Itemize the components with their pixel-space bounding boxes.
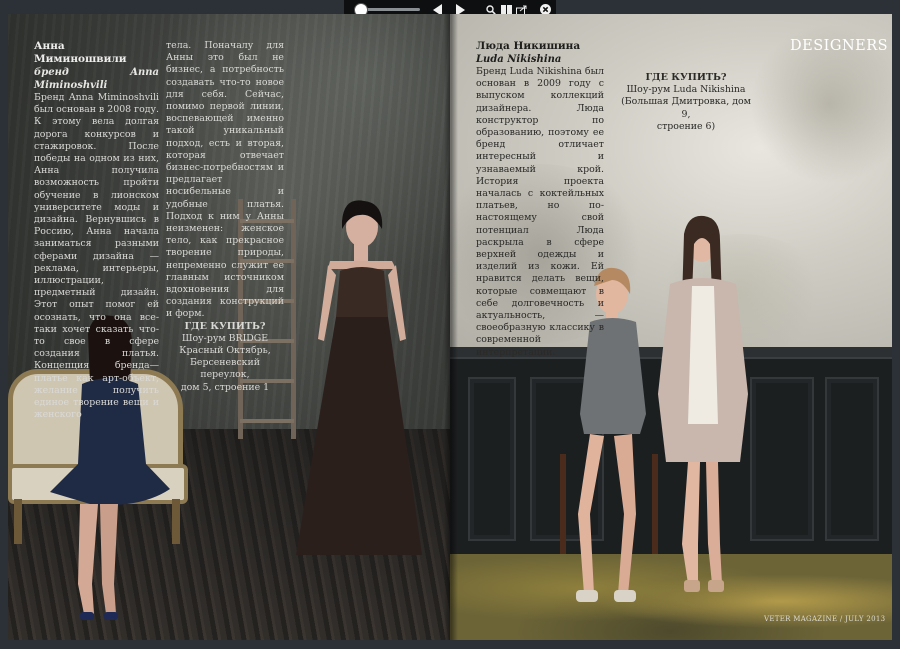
brand-name: бренд Anna Miminoshvili xyxy=(34,67,159,91)
where-to-buy-line: Красный Октябрь, xyxy=(179,345,271,357)
article-text: тела. Поначалу для Анны это был не бизне… xyxy=(166,40,284,320)
designer-name: Люда Никишина xyxy=(476,40,581,52)
right-page: Люда Никишина Luda Nikishina Бренд Luda … xyxy=(450,14,892,640)
article-text: Бренд Luda Nikishina был основан в 2009 … xyxy=(476,66,604,358)
where-to-buy-title: ГДЕ КУПИТЬ? xyxy=(184,320,266,332)
where-to-buy-line: строение 6) xyxy=(656,120,716,132)
where-to-buy-line: Берсеневский переулок, xyxy=(190,357,260,381)
article-text: Бренд Anna Miminoshvili был основан в 20… xyxy=(34,92,159,421)
where-to-buy-line: (Большая Дмитровка, дом 9, xyxy=(621,96,751,120)
where-to-buy-title: ГДЕ КУПИТЬ? xyxy=(645,72,727,83)
where-to-buy-line: Шоу-рум BRIDGE xyxy=(181,332,269,344)
text-column-right: Люда Никишина Luda Nikishina Бренд Luda … xyxy=(476,40,604,359)
where-to-buy-right: ГДЕ КУПИТЬ? Шоу-рум Luda Nikishina (Боль… xyxy=(620,72,752,133)
model-standing-dark-gown xyxy=(296,200,422,555)
section-title: DESIGNERS xyxy=(790,38,889,54)
where-to-buy-line: дом 5, строение 1 xyxy=(180,381,270,393)
page-footer: VETER MAGAZINE / JULY 2013 xyxy=(764,615,886,623)
where-to-buy-line: Шоу-рум Luda Nikishina xyxy=(626,84,746,96)
page-gutter xyxy=(444,14,458,640)
magazine-spread: Анна Миминошвили бренд Anna Miminoshvili… xyxy=(0,0,900,649)
model-standing-coat xyxy=(658,215,748,592)
designer-name: Анна Миминошвили xyxy=(34,40,127,65)
text-column-1: Анна Миминошвили бренд Anna Miminoshvili… xyxy=(34,40,159,421)
brand-name: Luda Nikishina xyxy=(476,54,562,65)
left-page: Анна Миминошвили бренд Anna Miminoshvili… xyxy=(8,14,450,640)
text-column-2: тела. Поначалу для Анны это был не бизне… xyxy=(166,40,284,394)
